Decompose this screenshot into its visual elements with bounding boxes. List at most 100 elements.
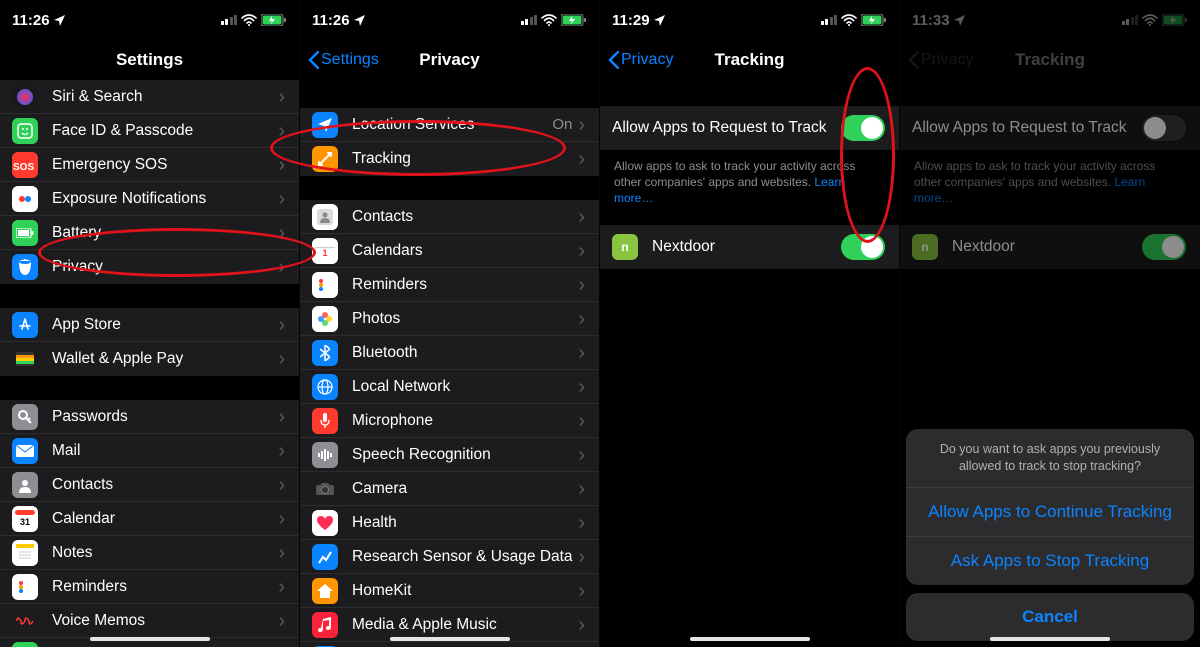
settings-row[interactable]: Notes›: [0, 536, 299, 570]
settings-row[interactable]: Passwords›: [0, 400, 299, 434]
row-label: Exposure Notifications: [52, 190, 278, 208]
settings-row[interactable]: Reminders›: [300, 268, 599, 302]
settings-row[interactable]: Research Sensor & Usage Data›: [300, 540, 599, 574]
settings-row[interactable]: Location ServicesOn›: [300, 108, 599, 142]
home-indicator[interactable]: [390, 637, 510, 641]
row-label: Reminders: [352, 276, 578, 294]
settings-row[interactable]: Contacts›: [0, 468, 299, 502]
settings-row[interactable]: Health›: [300, 506, 599, 540]
location-arrow-icon: [654, 15, 665, 26]
settings-row[interactable]: Photos›: [300, 302, 599, 336]
allow-tracking-toggle[interactable]: [1142, 115, 1186, 141]
home-indicator[interactable]: [690, 637, 810, 641]
app-label: Nextdoor: [652, 238, 841, 256]
allow-tracking-row: Allow Apps to Request to Track: [600, 106, 899, 150]
row-label: Calendars: [352, 242, 578, 260]
battery-icon: [12, 220, 38, 246]
settings-row[interactable]: Siri & Search›: [0, 80, 299, 114]
passwords-icon: [12, 404, 38, 430]
settings-row[interactable]: Voice Memos›: [0, 604, 299, 638]
back-button[interactable]: Privacy: [608, 51, 673, 69]
svg-text:31: 31: [20, 517, 30, 527]
settings-row[interactable]: Microphone›: [300, 404, 599, 438]
calendar-icon: 31: [12, 506, 38, 532]
settings-row[interactable]: Camera›: [300, 472, 599, 506]
settings-row[interactable]: SOSEmergency SOS›: [0, 148, 299, 182]
home-indicator[interactable]: [990, 637, 1110, 641]
row-label: Calendar: [52, 510, 278, 528]
siri-icon: [12, 84, 38, 110]
settings-row[interactable]: App Store›: [0, 308, 299, 342]
settings-row[interactable]: 31Calendar›: [0, 502, 299, 536]
row-label: Photos: [352, 310, 578, 328]
phone-icon: [12, 642, 38, 647]
app-toggle[interactable]: [841, 234, 885, 260]
homekit-icon: [312, 578, 338, 604]
row-label: Siri & Search: [52, 88, 278, 106]
microphone-icon: [312, 408, 338, 434]
app-label: Nextdoor: [952, 238, 1142, 256]
settings-row[interactable]: Reminders›: [0, 570, 299, 604]
app-toggle[interactable]: [1142, 234, 1186, 260]
photos-icon: [312, 306, 338, 332]
settings-row[interactable]: Exposure Notifications›: [0, 182, 299, 216]
settings-row[interactable]: Face ID & Passcode›: [0, 114, 299, 148]
nextdoor-icon: n: [612, 234, 638, 260]
allow-tracking-row: Allow Apps to Request to Track: [900, 106, 1200, 150]
back-button[interactable]: Settings: [308, 51, 379, 69]
row-label: Battery: [52, 224, 278, 242]
settings-row[interactable]: Wallet & Apple Pay›: [0, 342, 299, 376]
svg-text:SOS: SOS: [13, 162, 34, 173]
settings-row[interactable]: Bluetooth›: [300, 336, 599, 370]
mail-icon: [12, 438, 38, 464]
health-icon: [312, 510, 338, 536]
clock: 11:26: [12, 12, 50, 29]
status-bar: 11:29: [600, 0, 899, 40]
notes-icon: [12, 540, 38, 566]
row-label: App Store: [52, 316, 278, 334]
home-indicator[interactable]: [90, 637, 210, 641]
settings-row[interactable]: Files and Folders›: [300, 642, 599, 647]
settings-row[interactable]: HomeKit›: [300, 574, 599, 608]
row-label: Contacts: [52, 476, 278, 494]
appstore-icon: [12, 312, 38, 338]
allow-tracking-toggle[interactable]: [841, 115, 885, 141]
row-value: On: [552, 116, 572, 133]
row-label: Microphone: [352, 412, 578, 430]
nav-bar: Privacy Tracking: [600, 40, 899, 80]
nextdoor-icon: n: [912, 234, 938, 260]
tracking-footnote: Allow apps to ask to track your activity…: [900, 150, 1200, 207]
research-icon: [312, 544, 338, 570]
location-arrow-icon: [54, 15, 65, 26]
tracking-icon: [312, 146, 338, 172]
media-icon: [312, 612, 338, 638]
settings-row[interactable]: Speech Recognition›: [300, 438, 599, 472]
reminders-icon: [12, 574, 38, 600]
tracking-footnote: Allow apps to ask to track your activity…: [600, 150, 899, 207]
settings-row[interactable]: Contacts›: [300, 200, 599, 234]
settings-row[interactable]: Mail›: [0, 434, 299, 468]
nav-title: Privacy: [419, 50, 480, 70]
row-label: Tracking: [352, 150, 578, 168]
exposure-icon: [12, 186, 38, 212]
speech-icon: [312, 442, 338, 468]
nav-title: Tracking: [715, 50, 785, 70]
settings-row[interactable]: 1Calendars›: [300, 234, 599, 268]
svg-text:n: n: [921, 240, 928, 254]
wifi-icon: [841, 14, 857, 26]
calendars-icon: 1: [312, 238, 338, 264]
row-label: Research Sensor & Usage Data: [352, 548, 578, 566]
reminders2-icon: [312, 272, 338, 298]
wifi-icon: [541, 14, 557, 26]
settings-row[interactable]: Battery›: [0, 216, 299, 250]
row-label: Media & Apple Music: [352, 616, 578, 634]
row-label: HomeKit: [352, 582, 578, 600]
settings-row[interactable]: Tracking›: [300, 142, 599, 176]
sos-icon: SOS: [12, 152, 38, 178]
settings-row[interactable]: Privacy›: [0, 250, 299, 284]
allow-tracking-label: Allow Apps to Request to Track: [612, 119, 841, 137]
wallet-icon: [12, 346, 38, 372]
nav-bar: Settings: [0, 40, 299, 80]
tracking-app-row: n Nextdoor: [900, 225, 1200, 269]
settings-row[interactable]: Local Network›: [300, 370, 599, 404]
